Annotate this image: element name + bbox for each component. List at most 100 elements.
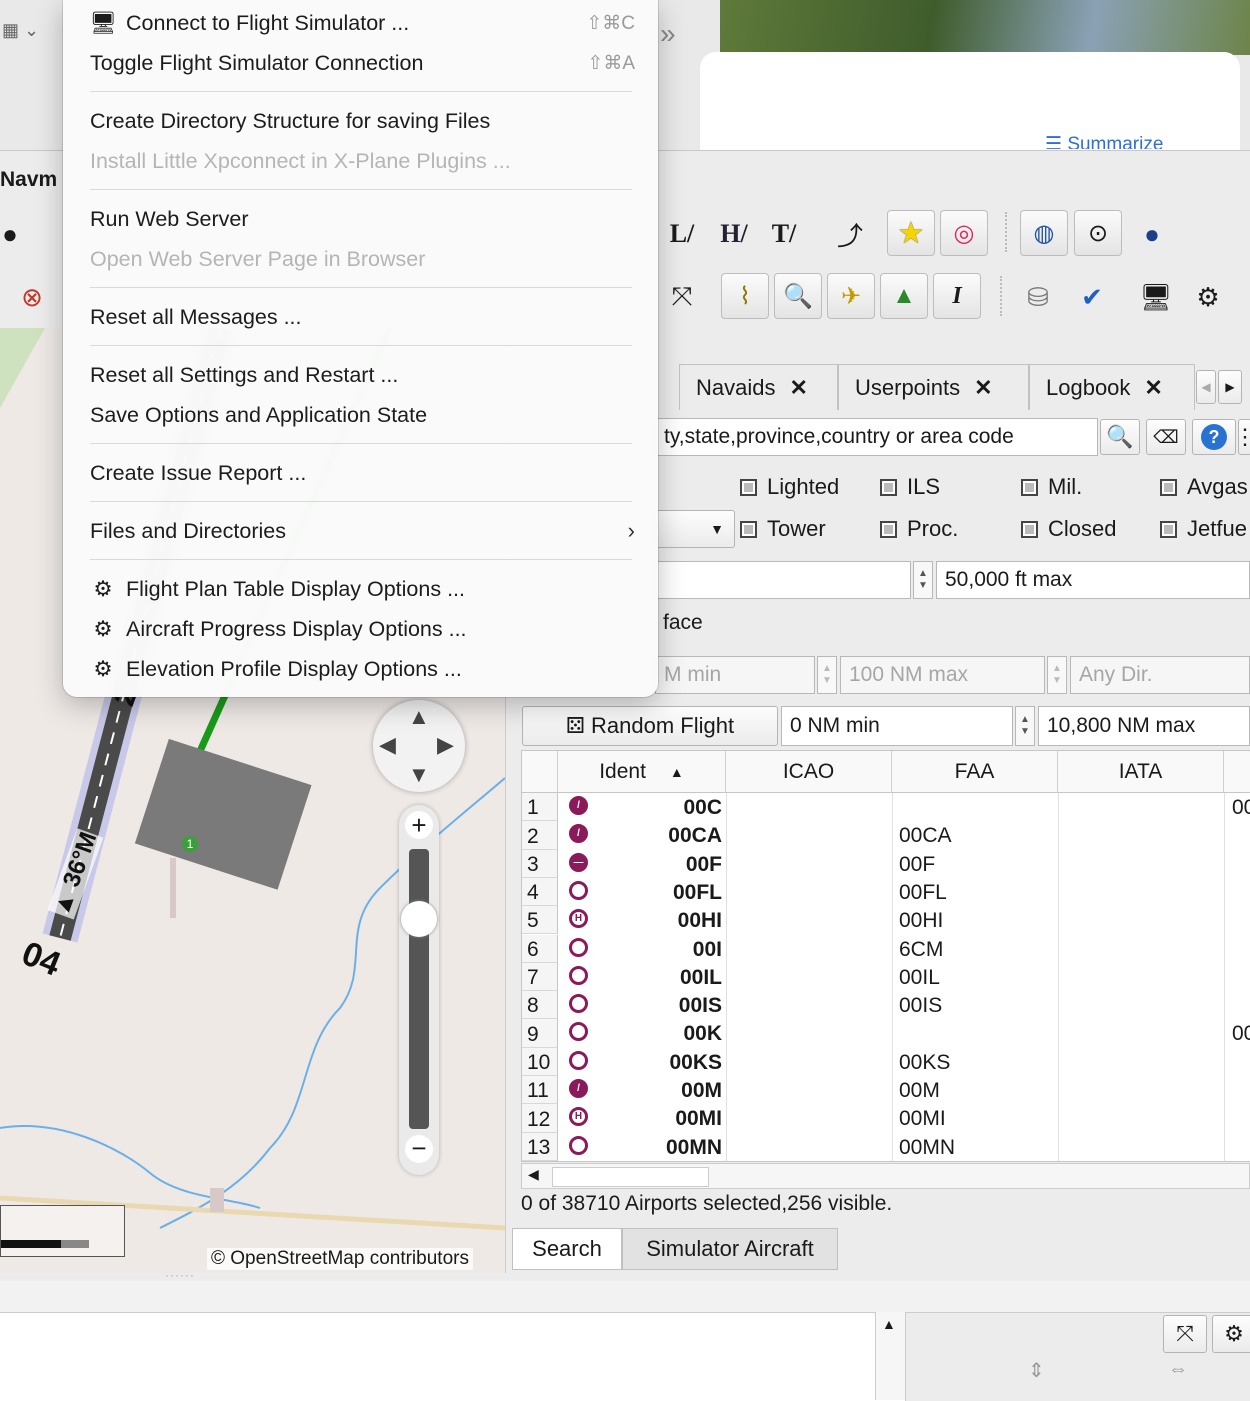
table-row[interactable]: 12 H 00MI 00MI xyxy=(522,1104,1250,1133)
tab-scroll-right-icon[interactable]: ▶ xyxy=(1218,370,1242,404)
type-dropdown[interactable]: ▼ xyxy=(655,510,735,548)
globe-grid-icon[interactable]: ◍ xyxy=(1020,210,1068,256)
random-flight-button[interactable]: ⚄ Random Flight xyxy=(522,706,778,746)
checkbox-closed[interactable]: Closed xyxy=(1021,516,1116,542)
checkbox-proc[interactable]: Proc. xyxy=(880,516,958,542)
table-row[interactable]: 3 — 00F 00F xyxy=(522,849,1250,878)
tab-scroll-left-icon[interactable]: ◀ xyxy=(1196,370,1216,404)
menu-item-create-directory[interactable]: Create Directory Structure for saving Fi… xyxy=(90,104,635,138)
table-row[interactable]: 4 00FL 00FL xyxy=(522,877,1250,907)
surface-dropdown[interactable]: face xyxy=(655,604,1250,642)
menu-item-toggle-connection[interactable]: Toggle Flight Simulator Connection ⇧⌘A xyxy=(90,46,635,80)
menu-item-reset-messages[interactable]: Reset all Messages ... xyxy=(90,300,635,334)
scroll-up-icon[interactable]: ▲ xyxy=(882,1316,896,1332)
splitter-grip[interactable]: ······ xyxy=(165,1268,195,1282)
table-row[interactable]: 9 00K 00 xyxy=(522,1019,1250,1048)
airport-results-table[interactable]: Ident▲ ICAO FAA IATA 1 / 00C 00 2 / 00CA 00CA 3 —… xyxy=(521,750,1250,1162)
zoom-track[interactable] xyxy=(409,849,429,1129)
checkbox-ils[interactable]: ILS xyxy=(880,474,940,500)
airport-deselect-icon[interactable]: ⊗ xyxy=(10,275,54,319)
random-min-stepper[interactable]: ▲ ▼ xyxy=(1015,706,1035,746)
table-row[interactable]: 5 H 00HI 00HI xyxy=(522,906,1250,935)
menu-item-flight-plan-display-options[interactable]: ⚙ Flight Plan Table Display Options ... xyxy=(90,572,635,606)
column-header-extra[interactable] xyxy=(1224,751,1250,793)
search-map-icon[interactable]: 🔍 xyxy=(774,273,822,319)
search-options-icon[interactable]: 🔍 xyxy=(1100,419,1140,455)
summarize-button[interactable]: ☰ Summarize xyxy=(1045,133,1163,149)
table-row[interactable]: 11 / 00M 00M xyxy=(522,1076,1250,1105)
star-icon[interactable]: ★ xyxy=(887,210,935,256)
tab-simulator-aircraft[interactable]: Simulator Aircraft xyxy=(622,1228,838,1270)
menu-item-run-web-server[interactable]: Run Web Server xyxy=(90,202,635,236)
parking-marker[interactable]: 1 xyxy=(182,836,198,852)
menu-icon[interactable]: ⋮ xyxy=(1234,419,1250,455)
altitude-max-input[interactable]: 50,000 ft max xyxy=(936,561,1250,599)
pan-up-icon[interactable]: ▲ xyxy=(408,704,430,730)
random-max-input[interactable]: 10,800 NM max xyxy=(1038,706,1250,746)
horizontal-stepper-icon[interactable]: ⇔ xyxy=(1168,1358,1188,1381)
column-header-ident[interactable]: Ident ▲ xyxy=(558,751,726,793)
database-icon[interactable]: ⛁ xyxy=(1016,275,1060,319)
close-icon[interactable]: ✕ xyxy=(789,375,807,401)
scrollbar-thumb[interactable] xyxy=(552,1167,709,1187)
table-row[interactable]: 8 00IS 00IS xyxy=(522,991,1250,1020)
search-input[interactable]: ty,state,province,country or area code xyxy=(655,418,1098,456)
tab-userpoints[interactable]: Userpoints ✕ xyxy=(838,364,1029,410)
settings-gear-icon[interactable]: ⚙ xyxy=(1186,275,1230,319)
scroll-left-icon[interactable]: ◀ xyxy=(528,1166,539,1183)
close-icon[interactable]: ✕ xyxy=(1144,375,1162,401)
menu-item-connect[interactable]: 🖥 Connect to Flight Simulator ... ⇧⌘C xyxy=(89,6,635,40)
database-check-icon[interactable]: ✔ xyxy=(1070,275,1114,319)
grid-view-icon[interactable]: ▦ ⌄ xyxy=(2,20,57,52)
table-row[interactable]: 10 00KS 00KS xyxy=(522,1047,1250,1076)
zoom-out-button[interactable]: − xyxy=(405,1135,433,1163)
info-italic-icon[interactable]: I xyxy=(933,273,981,319)
reset-search-icon[interactable]: ⌫ xyxy=(1146,419,1186,455)
table-row[interactable]: 6 00I 6CM xyxy=(522,934,1250,963)
altitude-min-input[interactable] xyxy=(655,561,911,599)
pan-left-icon[interactable]: ◀ xyxy=(379,732,396,758)
expand-icon[interactable]: ⤧ xyxy=(1163,1315,1207,1353)
connection-icon[interactable]: 🖥 xyxy=(1134,275,1178,319)
table-row[interactable]: 1 / 00C 00 xyxy=(522,793,1250,822)
pan-right-icon[interactable]: ▶ xyxy=(437,732,454,758)
display-options-icon[interactable]: ⚙ xyxy=(1212,1315,1250,1353)
table-row[interactable]: 13 00MN 00MN xyxy=(522,1132,1250,1161)
menu-item-elevation-profile-display-options[interactable]: ⚙ Elevation Profile Display Options ... xyxy=(90,652,635,686)
table-row[interactable]: 7 00IL 00IL xyxy=(522,962,1250,992)
checkbox-mil[interactable]: Mil. xyxy=(1021,474,1082,500)
tab-navaids[interactable]: Navaids ✕ xyxy=(679,364,838,410)
tab-logbook[interactable]: Logbook ✕ xyxy=(1029,364,1195,410)
tab-search[interactable]: Search xyxy=(512,1228,622,1270)
column-header-icao[interactable]: ICAO xyxy=(726,751,892,793)
fit-map-icon[interactable]: ⤧ xyxy=(660,275,704,319)
dock-vertical-scrollbar[interactable]: ▲ xyxy=(875,1312,906,1400)
column-header-iata[interactable]: IATA xyxy=(1058,751,1224,793)
map-legend-t-icon[interactable]: T/ xyxy=(762,212,806,256)
checkbox-lighted[interactable]: Lighted xyxy=(740,474,839,500)
menu-item-files-and-directories[interactable]: Files and Directories › xyxy=(90,514,635,548)
checkbox-jetfuel[interactable]: Jetfue xyxy=(1160,516,1247,542)
checkbox-tower[interactable]: Tower xyxy=(740,516,826,542)
horizontal-scrollbar[interactable]: ◀ xyxy=(521,1163,1250,1189)
help-icon[interactable]: ? xyxy=(1192,419,1236,455)
chevron-right-icon[interactable]: » xyxy=(660,18,676,50)
earth-icon[interactable]: ● xyxy=(1130,212,1174,256)
circle-dot-icon[interactable]: ⊙ xyxy=(1074,210,1122,256)
zoom-slider-handle[interactable] xyxy=(401,901,437,937)
airport-info-icon[interactable]: ✈ xyxy=(827,273,875,319)
map-legend-l-icon[interactable]: L/ xyxy=(660,212,704,256)
menu-item-aircraft-progress-display-options[interactable]: ⚙ Aircraft Progress Display Options ... xyxy=(90,612,635,646)
zoom-in-button[interactable]: + xyxy=(405,811,433,839)
menu-item-create-issue-report[interactable]: Create Issue Report ... xyxy=(90,456,635,490)
flight-plan-icon[interactable]: ⌇ xyxy=(721,273,769,319)
menu-item-save-options[interactable]: Save Options and Application State xyxy=(90,398,635,432)
altitude-min-stepper[interactable]: ▲ ▼ xyxy=(913,561,933,599)
elevation-icon[interactable]: ▲ xyxy=(880,273,928,319)
vertical-stepper-icon[interactable]: ⇕ xyxy=(1028,1358,1045,1383)
menu-item-reset-settings[interactable]: Reset all Settings and Restart ... xyxy=(90,358,635,392)
table-row[interactable]: 2 / 00CA 00CA xyxy=(522,821,1250,850)
pan-down-icon[interactable]: ▼ xyxy=(408,762,430,788)
globe-icon[interactable]: ● xyxy=(0,212,32,256)
column-header-faa[interactable]: FAA xyxy=(892,751,1058,793)
